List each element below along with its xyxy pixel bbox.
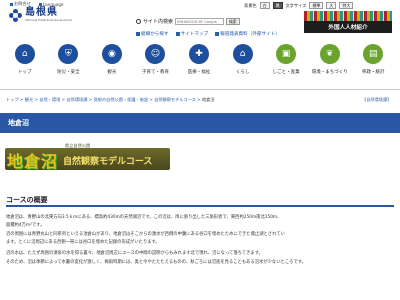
hero-main-title: 地倉沼	[7, 152, 59, 171]
nav-item-government[interactable]: ▤ 県政・統計	[352, 40, 396, 80]
house-icon: ⌂	[232, 44, 253, 64]
nav-item-safety[interactable]: ⛨ 防災・安全	[47, 40, 91, 80]
section-heading: コースの概要	[6, 196, 48, 204]
nav-item-living[interactable]: ⌂ くらし	[221, 40, 265, 80]
breadcrumb-top[interactable]: トップ	[6, 97, 19, 102]
bg-white-button[interactable]: 白	[259, 2, 270, 9]
quick-link-press[interactable]: 報道発表資料（外部サイト）	[215, 31, 280, 37]
breadcrumb-current: 地倉沼	[201, 97, 215, 102]
prefecture-crest-icon	[9, 8, 22, 22]
document-icon	[215, 32, 220, 36]
section-underline	[6, 205, 394, 207]
breadcrumb-course[interactable]: 自然観察モデルコース	[154, 97, 196, 102]
search-icon	[136, 19, 141, 24]
breadcrumb-parks[interactable]: 島根の自然公園・保護・施設	[94, 97, 148, 102]
banner-pattern	[304, 11, 392, 21]
site-search: サイト内検索 検索	[136, 18, 240, 25]
nav-item-tourism[interactable]: ◉ 観光	[90, 40, 134, 80]
breadcrumb-nature[interactable]: 自然・環境	[39, 97, 60, 102]
breadcrumb: トップ > 観光 > 自然・環境 > 自然環境課 > 島根の自然公園・保護・施設…	[6, 97, 215, 102]
text-size-xl-button[interactable]: 特大	[339, 2, 354, 9]
contact-icon	[10, 2, 13, 6]
family-icon: ☺	[145, 44, 166, 64]
page-title: 地倉沼	[0, 113, 400, 133]
shield-icon: ⛨	[58, 44, 79, 64]
quick-links: 組織から探す サイトマップ 報道発表資料（外部サイト）	[136, 31, 280, 37]
text-size-standard-button[interactable]: 標準	[309, 2, 324, 9]
accessibility-controls: 背景色 白 黒 文字サイズ 標準 大 特大	[244, 2, 354, 9]
bg-black-button[interactable]: 黒	[272, 2, 283, 9]
nav-item-environment[interactable]: ❦ 環境・まちづくり	[308, 40, 352, 80]
paragraph-line: 沼の水は、たえず周囲の湧泉の水を得る裏々、地倉沼周辺にユースの中間の説明からもみ…	[6, 251, 263, 256]
paragraph-line: 地倉沼は、青野山の北東方向3.5ｋｍにある、標高約430mの天然湖沼です。この沼…	[6, 215, 282, 220]
paragraph-line: 沼の周囲には青野丸山と同系列といえる池倉山があり、地倉沼はそこからの湧水が西側の…	[6, 232, 285, 237]
home-icon: ⌂	[14, 44, 35, 64]
search-label: サイト内検索	[143, 19, 174, 25]
paragraph-line: そのため、沼は季節によって水量の変化が激しく、梅雨時期には、奥と今やたたたえるも…	[6, 260, 306, 265]
hero-park-label: 県立自然公園	[65, 143, 91, 148]
site-logo[interactable]: 島根県 Shimane Prefectural Government	[9, 8, 72, 22]
breadcrumb-tourism[interactable]: 観光	[25, 97, 33, 102]
banner-text: 外国人人材紹介	[328, 25, 368, 31]
hero-subtitle: 自然観察モデルコース	[63, 157, 153, 167]
chart-icon: ▤	[363, 44, 384, 64]
quick-link-sitemap[interactable]: サイトマップ	[175, 31, 208, 37]
breadcrumb-division[interactable]: 自然環境課	[66, 97, 87, 102]
search-input[interactable]	[175, 18, 225, 25]
paragraph-line: ます。とくに沼周辺にある西側一帯には谷口を埋めた記録の形成がいたります。	[6, 240, 160, 245]
leaf-icon: ❦	[319, 44, 340, 64]
text-size-large-button[interactable]: 大	[326, 2, 337, 9]
hero-title-image: 県立自然公園 地倉沼 自然観察モデルコース	[5, 143, 170, 175]
nav-divider	[0, 89, 400, 90]
search-button[interactable]: 検索	[226, 18, 240, 25]
division-link[interactable]: 【自然環境課】	[362, 97, 391, 103]
promo-banner[interactable]: 外国人人材紹介	[304, 11, 392, 33]
nav-item-medical[interactable]: ✚ 医療・福祉	[177, 40, 221, 80]
main-nav: ⌂ トップ ⛨ 防災・安全 ◉ 観光 ☺ 子育て・教育 ✚ 医療・福祉 ⌂ くらし ▣ しごと…	[3, 40, 395, 80]
nav-item-education[interactable]: ☺ 子育て・教育	[134, 40, 178, 80]
site-name-en: Shimane Prefectural Government	[25, 18, 72, 22]
nav-item-top[interactable]: ⌂ トップ	[3, 40, 47, 80]
nav-item-industry[interactable]: ▣ しごと・産業	[264, 40, 308, 80]
paragraph-line: 面積約4万ｍ²です。	[6, 223, 45, 228]
globe-icon	[38, 2, 42, 6]
site-name: 島根県	[25, 7, 58, 18]
list-icon	[136, 32, 140, 36]
quick-link-organization[interactable]: 組織から探す	[136, 31, 169, 37]
briefcase-icon: ▣	[276, 44, 297, 64]
medical-cross-icon: ✚	[189, 44, 210, 64]
sitemap-icon	[175, 32, 180, 36]
camera-icon: ◉	[101, 44, 122, 64]
